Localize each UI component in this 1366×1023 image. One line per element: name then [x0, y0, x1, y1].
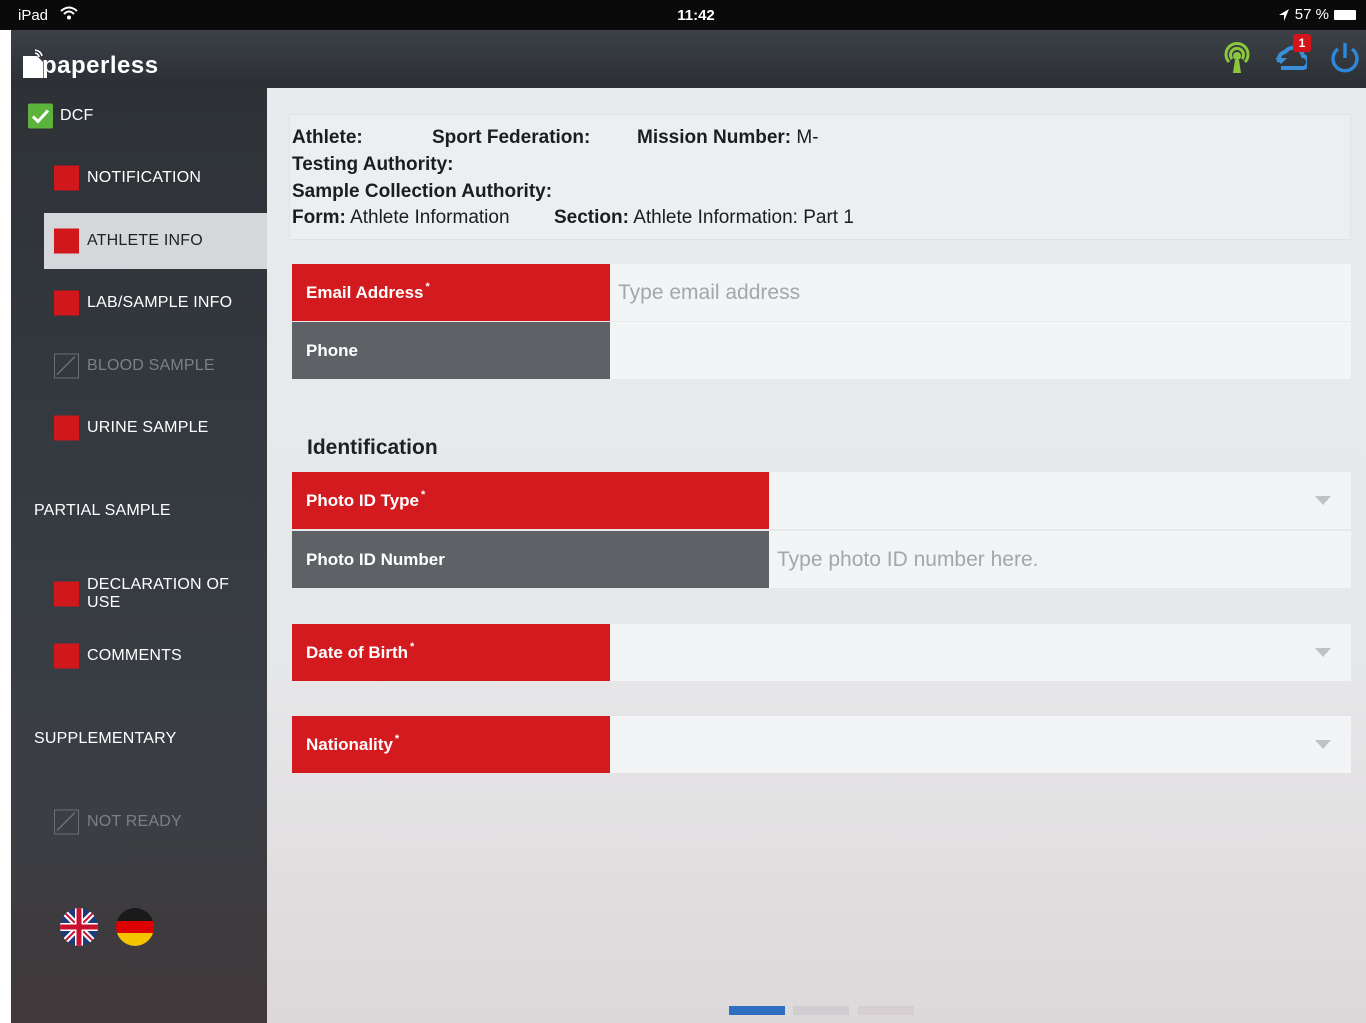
section-title-partial-sample: PARTIAL SAMPLE	[34, 502, 171, 519]
form-label: Form:	[292, 207, 346, 228]
email-label-text: Email Address	[306, 282, 424, 302]
german-flag-icon[interactable]	[116, 908, 154, 946]
date-of-birth-label-text: Date of Birth	[306, 642, 408, 662]
phone-label: Phone	[292, 322, 610, 379]
testing-authority-label: Testing Authority:	[292, 154, 454, 175]
photo-id-type-label: Photo ID Type *	[292, 472, 769, 529]
nationality-row: Nationality *	[292, 716, 1351, 773]
mission-number-label: Mission Number:	[637, 127, 792, 148]
clock: 11:42	[677, 7, 715, 24]
photo-id-number-row: Photo ID Number Type photo ID number her…	[292, 531, 1351, 588]
sidebar-item-not-ready[interactable]: NOT READY	[11, 794, 267, 850]
app-header: paperless 1	[11, 30, 1366, 88]
sample-collection-authority-label: Sample Collection Authority:	[292, 181, 553, 202]
required-mark: *	[394, 732, 400, 745]
phone-input[interactable]	[610, 322, 1351, 379]
phone-row: Phone	[292, 322, 1351, 379]
email-row: Email Address * Type email address	[292, 264, 1351, 321]
status-square-icon	[54, 290, 79, 316]
sidebar-item-comments[interactable]: COMMENTS	[11, 628, 267, 684]
sidebar-item-label: COMMENTS	[87, 647, 182, 664]
email-placeholder: Type email address	[618, 280, 801, 304]
athlete-label: Athlete:	[292, 127, 363, 148]
photo-id-type-label-text: Photo ID Type	[306, 490, 420, 510]
section-title-supplementary: SUPPLEMENTARY	[34, 730, 177, 747]
location-arrow-icon	[1278, 8, 1289, 21]
date-of-birth-label: Date of Birth *	[292, 624, 610, 681]
sidebar-item-label: NOTIFICATION	[87, 169, 202, 186]
sidebar-item-urine-sample[interactable]: URINE SAMPLE	[11, 400, 267, 456]
sidebar: DCF NOTIFICATION ATHLETE INFO LAB/SAMPLE…	[11, 88, 267, 1023]
disabled-square-icon	[54, 353, 79, 379]
status-square-icon	[54, 643, 79, 669]
identification-heading: Identification	[307, 436, 438, 459]
signal-broadcast-icon[interactable]	[1219, 40, 1255, 76]
header-info-panel: Athlete: Sport Federation: Mission Numbe…	[289, 114, 1351, 240]
status-square-icon	[54, 415, 79, 441]
disabled-square-icon	[54, 809, 79, 835]
sidebar-item-declaration-of-use[interactable]: DECLARATION OF USE	[11, 566, 267, 622]
photo-id-number-label: Photo ID Number	[292, 531, 769, 588]
sport-federation-label: Sport Federation:	[432, 127, 591, 148]
sidebar-item-dcf[interactable]: DCF	[11, 88, 267, 144]
sidebar-item-label: URINE SAMPLE	[87, 419, 209, 436]
dropdown-arrow-icon	[1315, 496, 1331, 505]
required-mark: *	[421, 488, 426, 501]
form-value: Athlete Information	[350, 207, 510, 228]
nationality-label-text: Nationality	[306, 734, 393, 754]
battery-percent: 57 %	[1294, 6, 1329, 23]
page-indicator[interactable]	[858, 1006, 914, 1015]
sidebar-item-label: DECLARATION OF USE	[87, 576, 230, 611]
sidebar-item-blood-sample[interactable]: BLOOD SAMPLE	[11, 338, 267, 394]
sidebar-item-label: NOT READY	[87, 813, 182, 830]
phone-label-text: Phone	[306, 340, 358, 360]
mission-number-value: M-	[796, 127, 819, 148]
nationality-label: Nationality *	[292, 716, 610, 773]
sidebar-item-label: DCF	[60, 107, 94, 124]
section-value: Athlete Information: Part 1	[633, 207, 854, 228]
required-mark: *	[425, 280, 430, 293]
battery-icon	[1334, 9, 1356, 20]
photo-id-type-row: Photo ID Type *	[292, 472, 1351, 529]
photo-id-number-input[interactable]: Type photo ID number here.	[769, 531, 1351, 588]
paperless-logo: paperless	[21, 36, 161, 82]
email-label: Email Address *	[292, 264, 610, 321]
photo-id-number-label-text: Photo ID Number	[306, 549, 445, 569]
main-content: Athlete: Sport Federation: Mission Numbe…	[267, 88, 1366, 1023]
dropdown-arrow-icon	[1315, 740, 1331, 749]
page-indicator-active[interactable]	[729, 1006, 785, 1015]
email-input[interactable]: Type email address	[610, 264, 1351, 321]
photo-id-type-select[interactable]	[769, 472, 1351, 529]
page-indicator[interactable]	[793, 1006, 849, 1015]
check-icon	[28, 103, 53, 129]
dropdown-arrow-icon	[1315, 648, 1331, 657]
logo-text: paperless	[42, 52, 159, 79]
nationality-select[interactable]	[610, 716, 1351, 773]
sidebar-item-label: BLOOD SAMPLE	[87, 357, 215, 374]
sidebar-item-notification[interactable]: NOTIFICATION	[11, 150, 267, 206]
status-square-icon	[54, 228, 79, 254]
section-label: Section:	[554, 207, 629, 228]
date-of-birth-row: Date of Birth *	[292, 624, 1351, 681]
sidebar-item-lab-sample-info[interactable]: LAB/SAMPLE INFO	[11, 275, 267, 331]
sync-button[interactable]: 1	[1271, 34, 1311, 76]
sidebar-item-athlete-info[interactable]: ATHLETE INFO	[44, 213, 267, 269]
photo-id-number-placeholder: Type photo ID number here.	[777, 547, 1039, 571]
required-mark: *	[410, 640, 415, 653]
sidebar-item-label: LAB/SAMPLE INFO	[87, 294, 233, 311]
status-square-icon	[54, 581, 79, 607]
sidebar-item-label: ATHLETE INFO	[87, 232, 203, 249]
uk-flag-icon[interactable]	[60, 908, 98, 946]
notification-badge: 1	[1293, 34, 1311, 52]
date-of-birth-select[interactable]	[610, 624, 1351, 681]
status-bar: iPad 11:42 57 %	[0, 0, 1366, 30]
status-square-icon	[54, 165, 79, 191]
power-icon[interactable]	[1327, 40, 1363, 76]
